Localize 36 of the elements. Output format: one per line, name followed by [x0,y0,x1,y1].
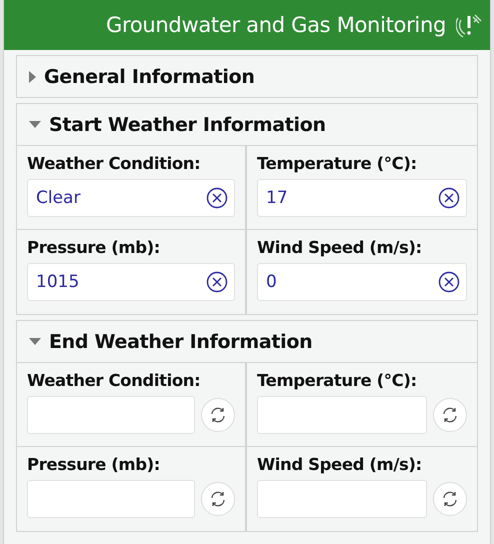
input-field[interactable] [27,480,195,518]
field-label: Pressure (mb): [27,455,161,474]
caret-down-icon[interactable] [29,338,41,345]
refresh-icon [441,406,459,424]
refresh-button[interactable] [201,482,235,516]
field-label: Wind Speed (m/s): [257,238,423,257]
refresh-icon [209,406,227,424]
field-label: Wind Speed (m/s): [257,455,423,474]
input-field[interactable]: Clear [27,179,235,217]
caret-right-icon[interactable] [29,70,36,82]
refresh-icon [209,490,227,508]
clear-icon[interactable] [438,187,460,209]
refresh-button[interactable] [433,482,467,516]
field-label: Weather Condition: [27,154,202,173]
clear-icon[interactable] [206,271,228,293]
input-field[interactable]: 0 [257,263,467,301]
field-label: Pressure (mb): [27,238,161,257]
section-header[interactable]: End Weather Information [17,321,477,362]
clear-icon[interactable] [438,271,460,293]
clear-icon[interactable] [206,187,228,209]
input-field[interactable] [257,396,427,434]
input-field[interactable] [257,480,427,518]
field-label: Weather Condition: [27,371,202,390]
field-label: Temperature (°C): [257,371,418,390]
caret-down-icon[interactable] [29,121,41,128]
section-header[interactable]: General Information [17,56,477,97]
refresh-icon [441,490,459,508]
section-header[interactable]: Start Weather Information [17,104,477,145]
input-field[interactable]: 1015 [27,263,235,301]
app-title: Groundwater and Gas Monitoring [106,13,446,37]
field-label: Temperature (°C): [257,154,418,173]
refresh-button[interactable] [433,398,467,432]
input-field[interactable]: 17 [257,179,467,217]
input-field[interactable] [27,396,195,434]
gps-warning-icon[interactable] [456,12,482,38]
refresh-button[interactable] [201,398,235,432]
